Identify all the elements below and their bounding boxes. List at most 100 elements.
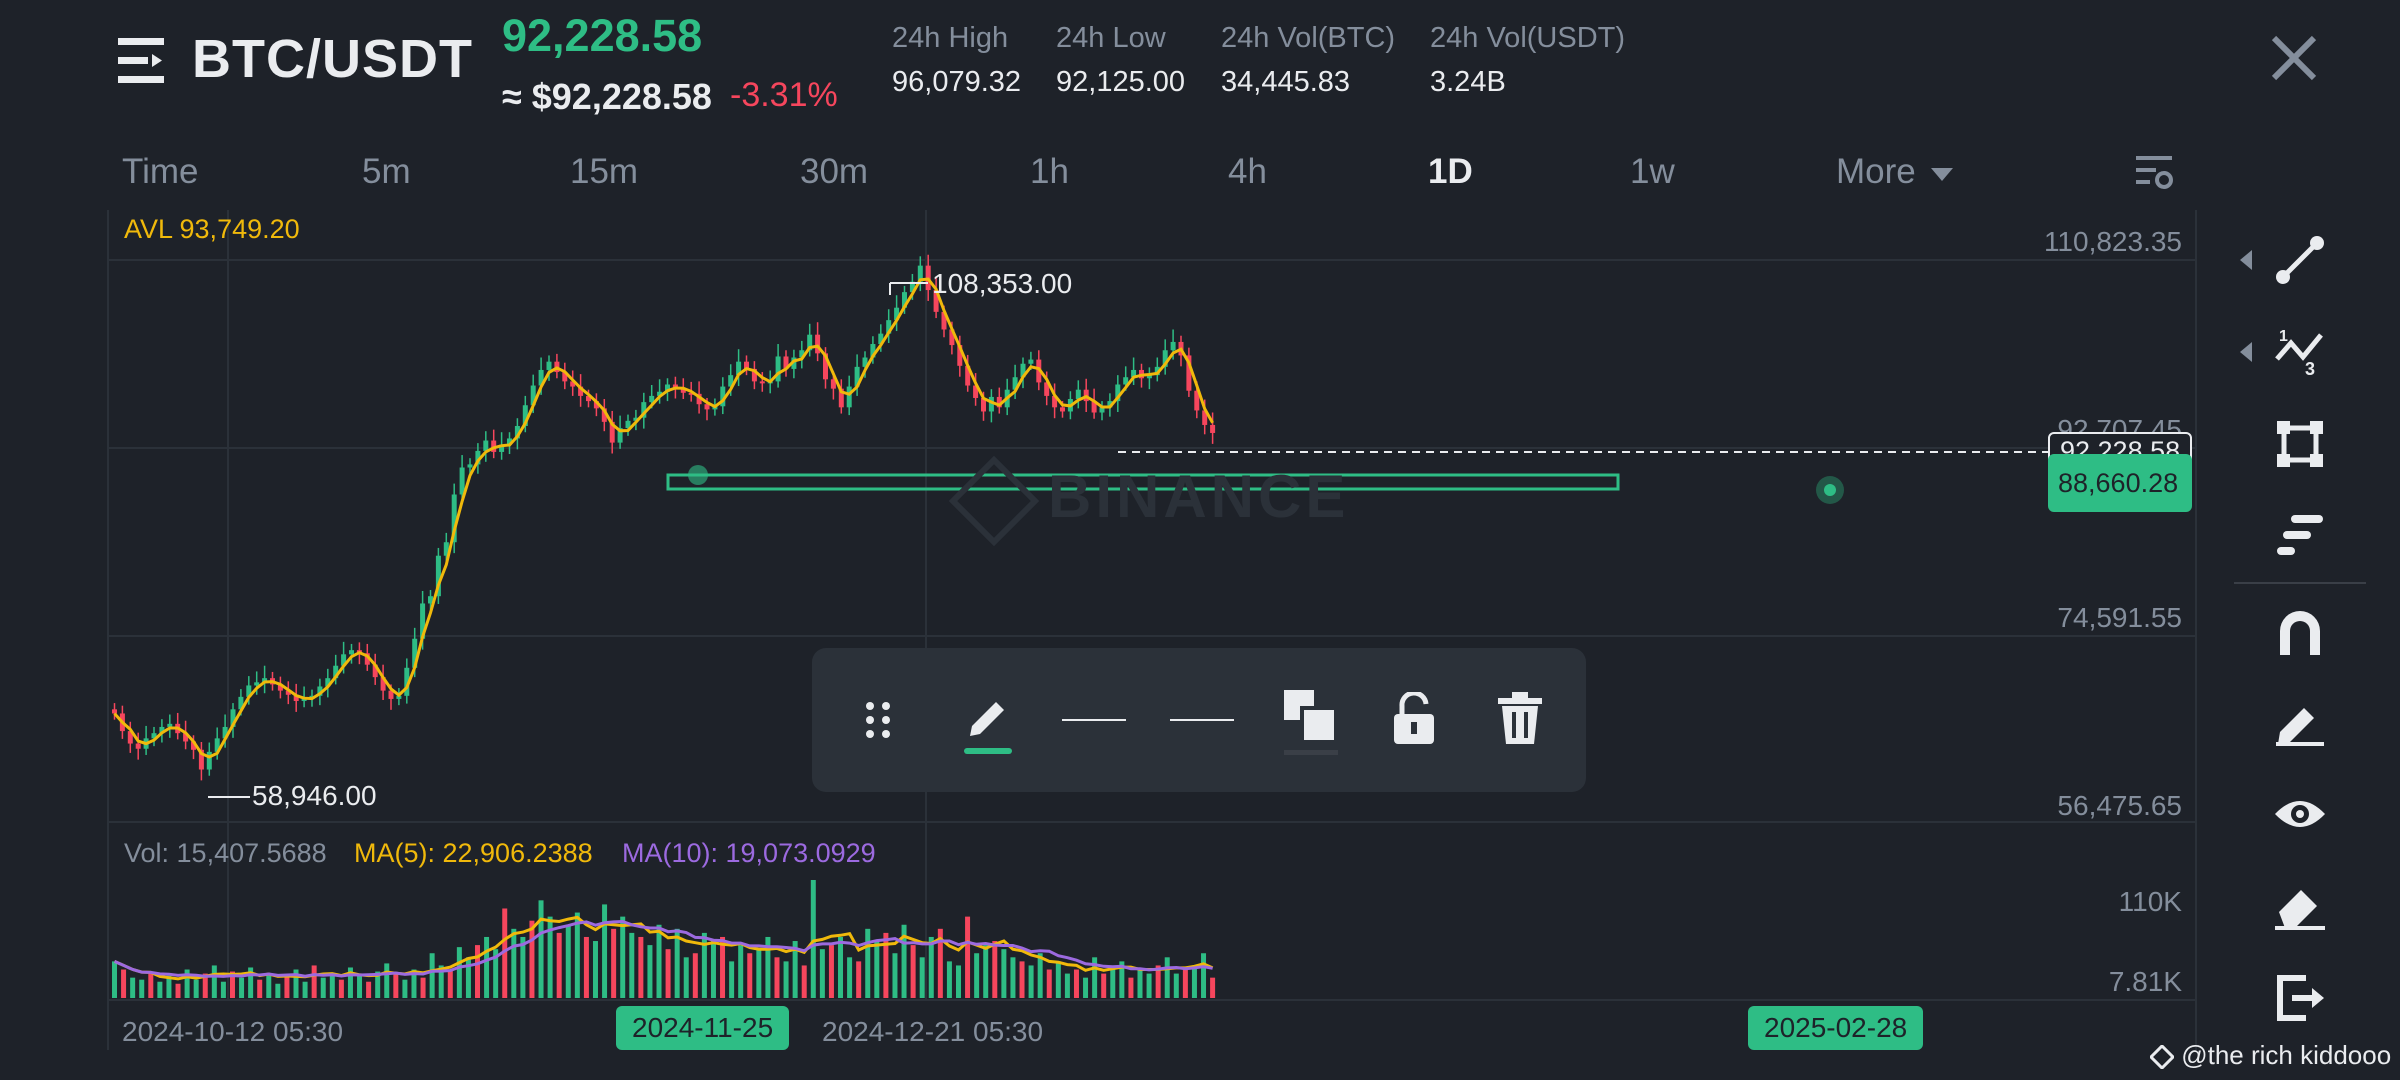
volume-bar [1173, 973, 1179, 998]
y-axis-label: 74,591.55 [2057, 602, 2182, 633]
volume-bar [275, 983, 281, 998]
volume-bar [774, 957, 780, 998]
volume-bar [538, 900, 544, 998]
position-tool[interactable] [2230, 506, 2370, 566]
volume-bar [1201, 953, 1207, 998]
exit-icon [2277, 975, 2324, 1021]
drag-handle-icon[interactable] [862, 700, 896, 740]
line-width-icon[interactable] [1170, 710, 1234, 730]
volume-bar [366, 981, 372, 998]
volume-bar [629, 932, 635, 998]
candle-body [846, 386, 852, 408]
volume-bar [1001, 949, 1007, 998]
volume-bar [456, 947, 462, 998]
edit-pencil-icon[interactable] [964, 690, 1012, 754]
diamond-logo-icon [2148, 1044, 2176, 1071]
volume-bar [810, 880, 816, 998]
trend-line-tool[interactable] [2230, 230, 2370, 290]
rectangle-icon [2277, 421, 2323, 467]
candle-body [1075, 389, 1081, 400]
candle-body [546, 361, 552, 370]
rectangle-tool[interactable] [2230, 414, 2370, 474]
volume-bar [965, 916, 971, 998]
volume-bar [302, 981, 308, 998]
volume-bar [511, 928, 517, 998]
fib-tool[interactable]: 3 1 [2230, 322, 2370, 382]
lock-icon[interactable] [1392, 692, 1436, 746]
candle-body [1210, 424, 1216, 433]
candle-body [459, 467, 465, 495]
volume-bar [1210, 977, 1216, 998]
volume-bar [311, 965, 317, 998]
volume-bar [1055, 961, 1061, 998]
volume-bar [429, 953, 435, 998]
position-icon [2277, 515, 2323, 555]
volume-bar [856, 961, 862, 998]
volume-bar [556, 932, 562, 998]
volume-bar [928, 936, 934, 998]
volume-bar [220, 981, 226, 998]
vol-legend: Vol: 15,407.5688 [124, 838, 327, 868]
volume-bar [756, 949, 762, 998]
date-pill-start: 2024-11-25 [616, 1006, 790, 1050]
volume-bar [620, 916, 626, 998]
x-axis-label: 2024-12-21 05:30 [822, 1016, 1044, 1047]
volume-bar [148, 973, 154, 998]
volume-bar [656, 924, 662, 998]
candle-body [1060, 407, 1065, 412]
pencil-icon [2276, 708, 2324, 746]
volume-bar [1064, 973, 1070, 998]
min-annotation: 58,946.00 [252, 780, 377, 811]
volume-bar [1164, 957, 1170, 998]
volume-bar [638, 936, 644, 998]
volume-bar [121, 969, 127, 998]
svg-text:1: 1 [2279, 328, 2288, 345]
volume-bar [139, 979, 145, 998]
candle-body [1170, 341, 1176, 351]
binance-watermark-text: BINANCE [1048, 463, 1350, 530]
volume-bar [157, 981, 163, 998]
eraser-tool[interactable] [2230, 876, 2370, 936]
volume-bar [647, 945, 653, 998]
volume-bar [574, 912, 580, 998]
candle-body [167, 723, 173, 727]
trend-line-icon [2276, 236, 2324, 284]
candle-body [467, 464, 473, 468]
volume-bar [1128, 977, 1134, 998]
volume-bar [683, 957, 689, 998]
volume-bar [819, 949, 825, 998]
volume-bar [801, 965, 807, 998]
volume-bar [1191, 965, 1197, 998]
candle-body [1028, 359, 1034, 364]
volume-bar [565, 924, 571, 998]
color-picker-icon[interactable] [1282, 688, 1340, 756]
volume-bar [738, 945, 744, 998]
fib-icon: 3 1 [2275, 328, 2323, 377]
volume-bar [828, 945, 834, 998]
volume-bar [475, 945, 481, 998]
volume-bar [393, 973, 399, 998]
volume-bar [266, 973, 272, 998]
volume-bar [974, 953, 980, 998]
volume-bar [1073, 969, 1079, 998]
line-price-tag[interactable]: 88,660.28 [2048, 454, 2192, 512]
volume-bar [529, 920, 535, 998]
volume-bar [865, 928, 871, 998]
candle-body [349, 650, 354, 655]
line-style-icon[interactable] [1062, 710, 1126, 730]
volume-bar [484, 936, 490, 998]
volume-bar [284, 975, 290, 998]
binance-logo-icon [948, 455, 1040, 547]
exit-tool[interactable] [2230, 968, 2370, 1028]
magnet-tool[interactable] [2230, 602, 2370, 662]
delete-icon[interactable] [1496, 692, 1544, 746]
volume-bar [1137, 969, 1143, 998]
price-chart[interactable] [0, 0, 2400, 1080]
pencil-tool[interactable] [2230, 692, 2370, 752]
volume-bar [402, 979, 408, 998]
x-axis-label: 2024-10-12 05:30 [122, 1016, 344, 1047]
volume-bar [1019, 961, 1025, 998]
volume-bar [919, 957, 925, 998]
visibility-tool[interactable] [2230, 784, 2370, 844]
volume-bar [193, 979, 199, 998]
